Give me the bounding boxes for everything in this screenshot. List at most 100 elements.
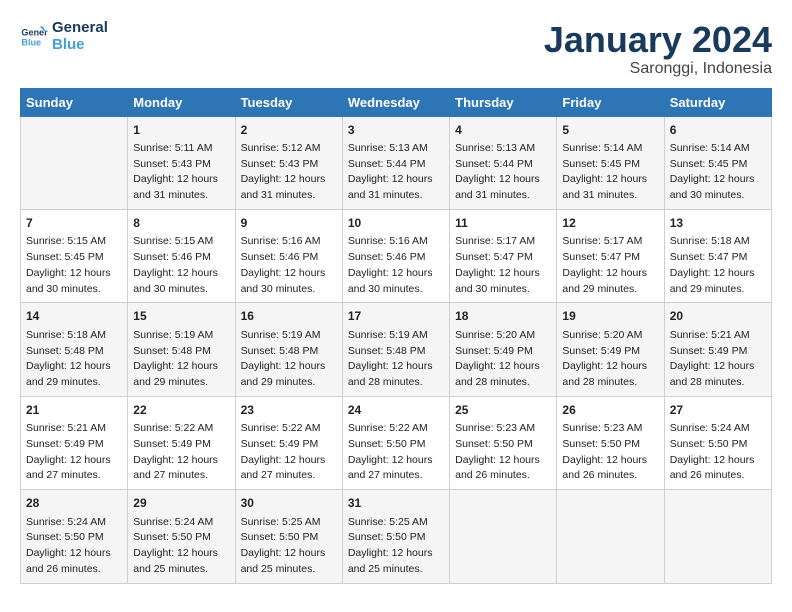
subtitle: Saronggi, Indonesia bbox=[544, 60, 772, 78]
day-info: Sunrise: 5:19 AM Sunset: 5:48 PM Dayligh… bbox=[348, 328, 444, 391]
col-header-saturday: Saturday bbox=[664, 88, 771, 116]
calendar-cell: 13 Sunrise: 5:18 AM Sunset: 5:47 PM Dayli… bbox=[664, 209, 771, 302]
calendar-cell bbox=[450, 490, 557, 583]
day-info: Sunrise: 5:20 AM Sunset: 5:49 PM Dayligh… bbox=[562, 328, 658, 391]
day-number: 25 bbox=[455, 402, 551, 419]
day-info: Sunrise: 5:25 AM Sunset: 5:50 PM Dayligh… bbox=[348, 515, 444, 578]
day-number: 3 bbox=[348, 122, 444, 139]
col-header-friday: Friday bbox=[557, 88, 664, 116]
page-title: January 2024 bbox=[544, 20, 772, 60]
day-number: 27 bbox=[670, 402, 766, 419]
calendar-cell: 28Sunrise: 5:24 AM Sunset: 5:50 PM Dayli… bbox=[21, 490, 128, 583]
day-info: Sunrise: 5:17 AM Sunset: 5:47 PM Dayligh… bbox=[562, 234, 658, 297]
day-info: Sunrise: 5:25 AM Sunset: 5:50 PM Dayligh… bbox=[241, 515, 337, 578]
calendar-cell: 31 Sunrise: 5:25 AM Sunset: 5:50 PM Dayli… bbox=[342, 490, 449, 583]
week-row-4: 21 Sunrise: 5:21 AM Sunset: 5:49 PM Dayli… bbox=[21, 396, 772, 489]
title-area: January 2024 Saronggi, Indonesia bbox=[544, 20, 772, 78]
day-info: Sunrise: 5:15 AM Sunset: 5:46 PM Dayligh… bbox=[133, 234, 229, 297]
day-info: Sunrise: 5:23 AM Sunset: 5:50 PM Dayligh… bbox=[562, 421, 658, 484]
col-header-thursday: Thursday bbox=[450, 88, 557, 116]
day-info: Sunrise: 5:13 AM Sunset: 5:44 PM Dayligh… bbox=[455, 141, 551, 204]
calendar-header-row: SundayMondayTuesdayWednesdayThursdayFrid… bbox=[21, 88, 772, 116]
page-header: General Blue General Blue January 2024 S… bbox=[20, 20, 772, 78]
day-info: Sunrise: 5:23 AM Sunset: 5:50 PM Dayligh… bbox=[455, 421, 551, 484]
calendar-cell: 30 Sunrise: 5:25 AM Sunset: 5:50 PM Dayli… bbox=[235, 490, 342, 583]
day-info: Sunrise: 5:22 AM Sunset: 5:49 PM Dayligh… bbox=[241, 421, 337, 484]
day-info: Sunrise: 5:11 AM Sunset: 5:43 PM Dayligh… bbox=[133, 141, 229, 204]
day-number: 8 bbox=[133, 215, 229, 232]
day-number: 14 bbox=[26, 308, 122, 325]
calendar-cell: 26 Sunrise: 5:23 AM Sunset: 5:50 PM Dayli… bbox=[557, 396, 664, 489]
calendar-cell: 17 Sunrise: 5:19 AM Sunset: 5:48 PM Dayli… bbox=[342, 303, 449, 396]
logo-general-text: General bbox=[52, 20, 108, 37]
day-info: Sunrise: 5:18 AM Sunset: 5:47 PM Dayligh… bbox=[670, 234, 766, 297]
calendar-cell: 6 Sunrise: 5:14 AM Sunset: 5:45 PM Daylig… bbox=[664, 116, 771, 209]
calendar-cell: 2 Sunrise: 5:12 AM Sunset: 5:43 PM Daylig… bbox=[235, 116, 342, 209]
logo: General Blue General Blue bbox=[20, 20, 108, 53]
svg-text:Blue: Blue bbox=[21, 37, 41, 47]
day-number: 1 bbox=[133, 122, 229, 139]
day-number: 12 bbox=[562, 215, 658, 232]
calendar-cell: 3 Sunrise: 5:13 AM Sunset: 5:44 PM Daylig… bbox=[342, 116, 449, 209]
day-info: Sunrise: 5:14 AM Sunset: 5:45 PM Dayligh… bbox=[670, 141, 766, 204]
day-number: 20 bbox=[670, 308, 766, 325]
calendar-cell bbox=[21, 116, 128, 209]
calendar-cell: 27 Sunrise: 5:24 AM Sunset: 5:50 PM Dayli… bbox=[664, 396, 771, 489]
col-header-sunday: Sunday bbox=[21, 88, 128, 116]
day-info: Sunrise: 5:20 AM Sunset: 5:49 PM Dayligh… bbox=[455, 328, 551, 391]
day-number: 15 bbox=[133, 308, 229, 325]
day-info: Sunrise: 5:15 AM Sunset: 5:45 PM Dayligh… bbox=[26, 234, 122, 297]
calendar-cell: 8 Sunrise: 5:15 AM Sunset: 5:46 PM Daylig… bbox=[128, 209, 235, 302]
calendar-cell: 7 Sunrise: 5:15 AM Sunset: 5:45 PM Daylig… bbox=[21, 209, 128, 302]
week-row-1: 1 Sunrise: 5:11 AM Sunset: 5:43 PM Daylig… bbox=[21, 116, 772, 209]
calendar-cell: 12 Sunrise: 5:17 AM Sunset: 5:47 PM Dayli… bbox=[557, 209, 664, 302]
calendar-cell: 25 Sunrise: 5:23 AM Sunset: 5:50 PM Dayli… bbox=[450, 396, 557, 489]
calendar-cell: 24 Sunrise: 5:22 AM Sunset: 5:50 PM Dayli… bbox=[342, 396, 449, 489]
col-header-monday: Monday bbox=[128, 88, 235, 116]
calendar-cell: 18 Sunrise: 5:20 AM Sunset: 5:49 PM Dayli… bbox=[450, 303, 557, 396]
day-number: 26 bbox=[562, 402, 658, 419]
day-info: Sunrise: 5:24 AM Sunset: 5:50 PM Dayligh… bbox=[670, 421, 766, 484]
calendar-cell: 19 Sunrise: 5:20 AM Sunset: 5:49 PM Dayli… bbox=[557, 303, 664, 396]
day-number: 24 bbox=[348, 402, 444, 419]
day-number: 11 bbox=[455, 215, 551, 232]
day-number: 18 bbox=[455, 308, 551, 325]
day-number: 21 bbox=[26, 402, 122, 419]
day-number: 30 bbox=[241, 495, 337, 512]
day-info: Sunrise: 5:21 AM Sunset: 5:49 PM Dayligh… bbox=[26, 421, 122, 484]
day-number: 2 bbox=[241, 122, 337, 139]
day-number: 31 bbox=[348, 495, 444, 512]
day-info: Sunrise: 5:13 AM Sunset: 5:44 PM Dayligh… bbox=[348, 141, 444, 204]
day-number: 17 bbox=[348, 308, 444, 325]
col-header-tuesday: Tuesday bbox=[235, 88, 342, 116]
day-number: 5 bbox=[562, 122, 658, 139]
day-info: Sunrise: 5:16 AM Sunset: 5:46 PM Dayligh… bbox=[241, 234, 337, 297]
calendar-cell: 1 Sunrise: 5:11 AM Sunset: 5:43 PM Daylig… bbox=[128, 116, 235, 209]
logo-icon: General Blue bbox=[20, 23, 48, 51]
calendar-cell: 14Sunrise: 5:18 AM Sunset: 5:48 PM Dayli… bbox=[21, 303, 128, 396]
calendar-table: SundayMondayTuesdayWednesdayThursdayFrid… bbox=[20, 88, 772, 584]
day-number: 23 bbox=[241, 402, 337, 419]
day-info: Sunrise: 5:17 AM Sunset: 5:47 PM Dayligh… bbox=[455, 234, 551, 297]
day-info: Sunrise: 5:16 AM Sunset: 5:46 PM Dayligh… bbox=[348, 234, 444, 297]
calendar-cell: 4Sunrise: 5:13 AM Sunset: 5:44 PM Daylig… bbox=[450, 116, 557, 209]
calendar-cell bbox=[557, 490, 664, 583]
calendar-cell: 15 Sunrise: 5:19 AM Sunset: 5:48 PM Dayli… bbox=[128, 303, 235, 396]
day-number: 19 bbox=[562, 308, 658, 325]
day-number: 6 bbox=[670, 122, 766, 139]
calendar-cell: 10Sunrise: 5:16 AM Sunset: 5:46 PM Dayli… bbox=[342, 209, 449, 302]
day-number: 22 bbox=[133, 402, 229, 419]
week-row-5: 28Sunrise: 5:24 AM Sunset: 5:50 PM Dayli… bbox=[21, 490, 772, 583]
day-number: 7 bbox=[26, 215, 122, 232]
day-info: Sunrise: 5:19 AM Sunset: 5:48 PM Dayligh… bbox=[133, 328, 229, 391]
calendar-cell: 9Sunrise: 5:16 AM Sunset: 5:46 PM Daylig… bbox=[235, 209, 342, 302]
week-row-2: 7 Sunrise: 5:15 AM Sunset: 5:45 PM Daylig… bbox=[21, 209, 772, 302]
day-number: 16 bbox=[241, 308, 337, 325]
day-number: 13 bbox=[670, 215, 766, 232]
day-info: Sunrise: 5:24 AM Sunset: 5:50 PM Dayligh… bbox=[133, 515, 229, 578]
calendar-cell: 22Sunrise: 5:22 AM Sunset: 5:49 PM Dayli… bbox=[128, 396, 235, 489]
calendar-cell: 21 Sunrise: 5:21 AM Sunset: 5:49 PM Dayli… bbox=[21, 396, 128, 489]
day-info: Sunrise: 5:22 AM Sunset: 5:50 PM Dayligh… bbox=[348, 421, 444, 484]
day-info: Sunrise: 5:19 AM Sunset: 5:48 PM Dayligh… bbox=[241, 328, 337, 391]
day-info: Sunrise: 5:12 AM Sunset: 5:43 PM Dayligh… bbox=[241, 141, 337, 204]
